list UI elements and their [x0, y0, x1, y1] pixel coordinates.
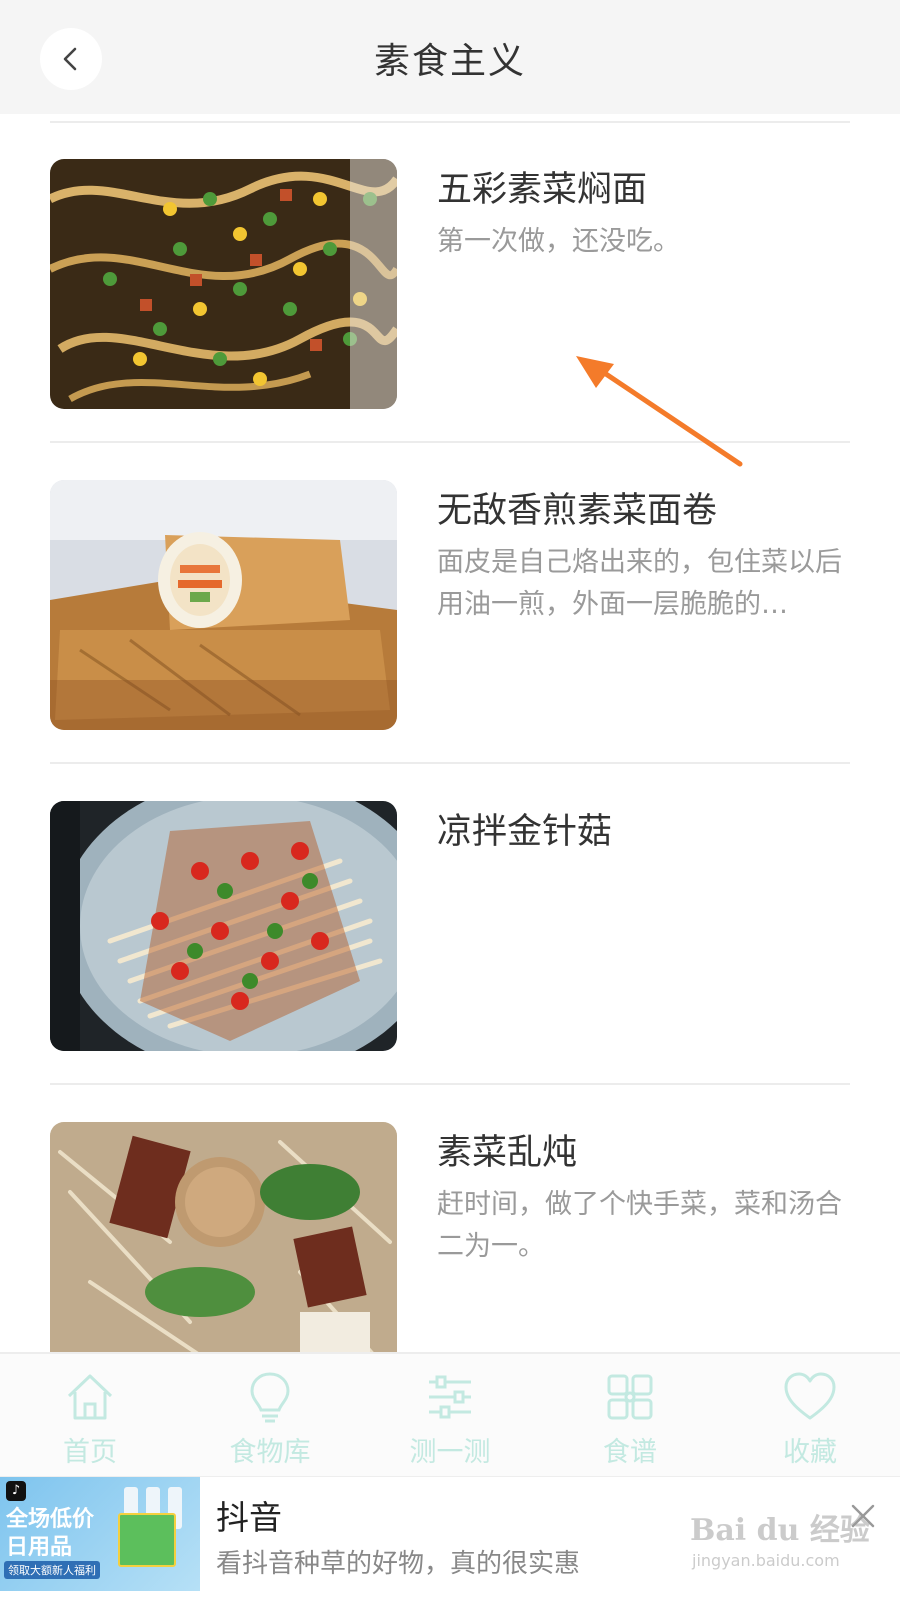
divider — [50, 1083, 850, 1085]
divider — [50, 441, 850, 443]
tab-home[interactable]: 首页 — [0, 1354, 180, 1476]
recipe-title: 无敌香煎素菜面卷 — [437, 491, 718, 531]
recipe-thumbnail[interactable] — [50, 480, 397, 730]
tab-favorites[interactable]: 收藏 — [720, 1354, 900, 1476]
ad-title: 抖音 — [216, 1498, 282, 1537]
divider — [50, 762, 850, 764]
recipe-thumbnail[interactable] — [50, 801, 397, 1051]
tab-label: 收藏 — [783, 1437, 837, 1468]
tab-test[interactable]: 测一测 — [360, 1354, 540, 1476]
recipe-item-enoki-salad[interactable]: 凉拌金针菇 — [50, 801, 850, 1051]
ad-thumb-slogan: 日用品 — [6, 1535, 73, 1560]
baidu-watermark-url: jingyan.baidu.com — [692, 1551, 840, 1570]
baidu-watermark: Bai du 经验 — [690, 1513, 870, 1548]
recipe-title: 五彩素菜焖面 — [437, 170, 648, 210]
divider — [50, 121, 850, 123]
recipe-item-vegetable-stew[interactable]: 素菜乱炖 赶时间，做了个快手菜，菜和汤合二为一。 — [50, 1122, 850, 1354]
tab-food-library[interactable]: 食物库 — [180, 1354, 360, 1476]
recipe-title: 凉拌金针菇 — [437, 812, 613, 852]
recipe-item-wucai-noodles[interactable]: 五彩素菜焖面 第一次做，还没吃。 — [50, 159, 850, 409]
grid-icon — [607, 1374, 653, 1420]
ad-thumbnail[interactable]: ♪ 全场低价 日用品 领取大额新人福利 — [0, 1477, 200, 1591]
ad-thumb-tag: 领取大额新人福利 — [4, 1561, 100, 1579]
recipe-thumbnail[interactable] — [50, 159, 397, 409]
page-title: 素食主义 — [373, 41, 526, 82]
heart-icon — [784, 1372, 836, 1420]
tiktok-logo-icon: ♪ — [6, 1481, 26, 1501]
recipe-description: 面皮是自己烙出来的，包住菜以后用油一煎，外面一层脆脆的… — [437, 547, 842, 620]
recipe-title: 素菜乱炖 — [437, 1133, 578, 1173]
tab-label: 食谱 — [603, 1437, 657, 1468]
bottom-tab-bar: 首页 食物库 测一测 食谱 收藏 — [0, 1352, 900, 1476]
home-icon — [67, 1374, 113, 1420]
tab-label: 首页 — [63, 1437, 117, 1468]
tab-label: 食物库 — [229, 1437, 311, 1468]
recipe-item-vegetable-roll[interactable]: 无敌香煎素菜面卷 面皮是自己烙出来的，包住菜以后用油一煎，外面一层脆脆的… — [50, 480, 850, 730]
recipe-thumbnail[interactable] — [50, 1122, 397, 1354]
top-nav-bar: 素食主义 — [0, 0, 900, 114]
tab-label: 测一测 — [409, 1437, 491, 1468]
recipe-description: 赶时间，做了个快手菜，菜和汤合二为一。 — [437, 1189, 842, 1262]
sliders-icon — [429, 1375, 471, 1419]
product-box-icon — [118, 1513, 176, 1567]
tab-recipes[interactable]: 食谱 — [540, 1354, 720, 1476]
recipe-description: 第一次做，还没吃。 — [437, 226, 680, 257]
ad-banner[interactable]: ♪ 全场低价 日用品 领取大额新人福利 抖音 看抖音种草的好物，真的很实惠 Ba… — [0, 1476, 900, 1600]
ad-description: 看抖音种草的好物，真的很实惠 — [216, 1549, 581, 1579]
close-icon[interactable] — [848, 1501, 878, 1531]
lightbulb-icon — [250, 1372, 290, 1423]
recipe-list[interactable]: 五彩素菜焖面 第一次做，还没吃。 无敌香煎素菜面卷 面皮是自己烙出来的，包住菜以… — [0, 114, 900, 1354]
